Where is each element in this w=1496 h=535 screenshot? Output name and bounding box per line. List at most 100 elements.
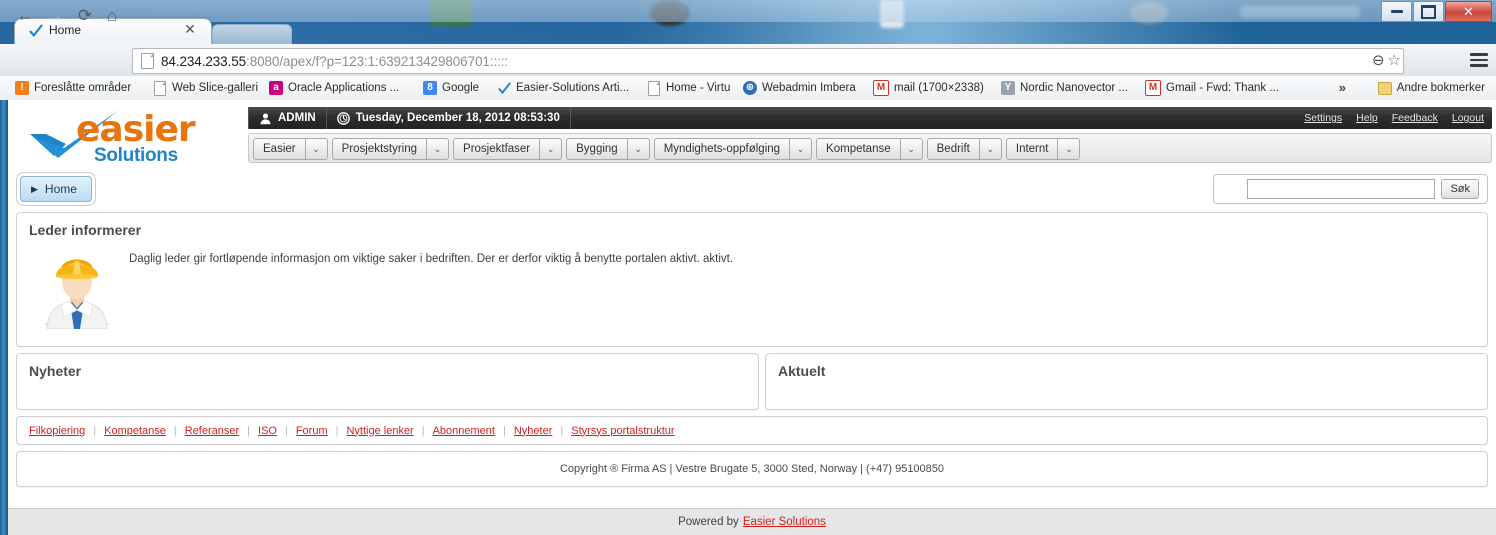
bookmark-item[interactable]: 8 Google <box>418 79 484 97</box>
footer-link-nyttige-lenker[interactable]: Nyttige lenker <box>346 425 413 437</box>
region-title: Nyheter <box>29 363 82 379</box>
menu-item-prosjektfaser[interactable]: Prosjektfaser ⌄ <box>453 138 563 160</box>
copyright-text: Copyright ® Firma AS | Vestre Brugate 5,… <box>559 463 945 475</box>
bookmark-label: Google <box>442 82 480 94</box>
menu-item-prosjektstyring[interactable]: Prosjektstyring ⌄ <box>331 138 450 160</box>
menu-label[interactable]: Prosjektstyring <box>331 138 427 160</box>
bookmark-item[interactable]: Y Nordic Nanovector ... <box>996 79 1133 97</box>
back-icon[interactable]: ← <box>14 6 36 26</box>
menu-item-internt[interactable]: Internt ⌄ <box>1005 138 1081 160</box>
home-icon[interactable]: ⌂ <box>101 6 123 26</box>
bookmarks-overflow-icon[interactable]: » <box>1339 80 1346 95</box>
url-path: :8080/apex/f?p=123:1:639213429806701::::… <box>246 53 509 69</box>
menu-item-bygging[interactable]: Bygging ⌄ <box>566 138 650 160</box>
search-button[interactable]: Søk <box>1441 179 1479 199</box>
minimize-button[interactable] <box>1381 1 1412 22</box>
chevron-down-icon[interactable]: ⌄ <box>1057 138 1081 160</box>
menu-label[interactable]: Internt <box>1005 138 1058 160</box>
bookmark-label: Gmail - Fwd: Thank ... <box>1166 82 1279 94</box>
bookmark-item[interactable]: Easier-Solutions Arti... <box>492 79 634 97</box>
menu-label[interactable]: Bedrift <box>926 138 979 160</box>
two-column-regions: Nyheter Aktuelt <box>16 353 1488 410</box>
reload-icon[interactable]: ⟳ <box>74 6 96 26</box>
chevron-down-icon[interactable]: ⌄ <box>426 138 450 160</box>
chevron-down-icon[interactable]: ⌄ <box>539 138 563 160</box>
app-logo[interactable]: easier Solutions <box>24 104 239 166</box>
separator: | <box>421 424 425 437</box>
zoom-out-icon[interactable]: ⊖ <box>1372 51 1385 69</box>
bookmark-label: Web Slice-galleri <box>172 82 259 94</box>
lightbulb-icon: ! <box>15 81 29 95</box>
menu-label[interactable]: Kompetanse <box>816 138 900 160</box>
chevron-down-icon[interactable]: ⌄ <box>978 138 1002 160</box>
clock-icon <box>336 111 350 125</box>
separator: | <box>173 424 177 437</box>
bookmark-label: Foreslåtte områder <box>34 82 132 94</box>
address-bar[interactable]: 84.234.233.55:8080/apex/f?p=123:1:639213… <box>132 48 1404 74</box>
new-tab-button[interactable] <box>212 24 292 45</box>
help-link[interactable]: Help <box>1356 112 1378 124</box>
feedback-link[interactable]: Feedback <box>1392 112 1438 124</box>
logo-primary: easier <box>76 109 196 150</box>
datetime-label: Tuesday, December 18, 2012 08:53:30 <box>355 112 560 124</box>
page-info-icon[interactable] <box>141 53 154 69</box>
copyright-row: Copyright ® Firma AS | Vestre Brugate 5,… <box>16 451 1488 487</box>
bookmark-star-icon[interactable]: ☆ <box>1388 51 1401 69</box>
separator: | <box>335 424 339 437</box>
bookmark-item[interactable]: M mail (1700×2338) <box>868 79 989 97</box>
menu-item-bedrift[interactable]: Bedrift ⌄ <box>926 138 1002 160</box>
chevron-down-icon[interactable]: ⌄ <box>789 138 813 160</box>
window-controls: ✕ <box>1381 1 1492 22</box>
bookmark-item[interactable]: Home - Virtu <box>642 79 735 97</box>
settings-link[interactable]: Settings <box>1304 112 1342 124</box>
menu-item-kompetanse[interactable]: Kompetanse ⌄ <box>816 138 923 160</box>
chevron-down-icon[interactable]: ⌄ <box>304 138 328 160</box>
footer-link-styrsys-portalstruktur[interactable]: Styrsys portalstruktur <box>571 425 674 437</box>
footer-link-kompetanse[interactable]: Kompetanse <box>104 425 166 437</box>
footer-link-abonnement[interactable]: Abonnement <box>433 425 495 437</box>
logout-link[interactable]: Logout <box>1452 112 1484 124</box>
footer-link-referanser[interactable]: Referanser <box>185 425 239 437</box>
screenshot-root: Home ✕ ✕ ← → ⟳ ⌂ 84.234.233.55:8080/apex… <box>0 0 1496 535</box>
bookmark-item[interactable]: Web Slice-galleri <box>148 79 263 97</box>
maximize-button[interactable] <box>1413 1 1444 22</box>
chrome-menu-icon[interactable] <box>1470 50 1488 70</box>
footer-link-forum[interactable]: Forum <box>296 425 328 437</box>
bookmark-item[interactable]: a Oracle Applications ... <box>264 79 404 97</box>
worker-avatar-icon <box>44 259 110 329</box>
app-user-bar: ADMIN Tuesday, December 18, 2012 08:53:3… <box>248 107 1492 129</box>
menu-item-myndighets-oppfolging[interactable]: Myndighets-oppfølging ⌄ <box>653 138 813 160</box>
checkmark-icon <box>29 24 43 38</box>
menu-label[interactable]: Prosjektfaser <box>453 138 540 160</box>
menu-label[interactable]: Myndighets-oppfølging <box>653 138 790 160</box>
breadcrumb-home[interactable]: ▶ Home <box>20 176 92 202</box>
powered-by-link[interactable]: Easier Solutions <box>743 516 826 528</box>
footer-link-bar: Filkopiering | Kompetanse | Referanser |… <box>16 416 1488 445</box>
bookmark-label: Home - Virtu <box>666 82 731 94</box>
address-bar-url: 84.234.233.55:8080/apex/f?p=123:1:639213… <box>161 54 508 69</box>
logo-text: easier Solutions <box>76 109 196 166</box>
search-input[interactable] <box>1247 179 1436 199</box>
chevron-down-icon[interactable]: ⌄ <box>899 138 923 160</box>
other-bookmarks-folder[interactable]: Andre bokmerker <box>1373 79 1490 97</box>
footer-link-nyheter[interactable]: Nyheter <box>514 425 553 437</box>
footer-link-iso[interactable]: ISO <box>258 425 277 437</box>
close-icon[interactable]: ✕ <box>183 22 197 37</box>
bookmark-item[interactable]: M Gmail - Fwd: Thank ... <box>1140 79 1284 97</box>
other-bookmarks-label: Andre bokmerker <box>1396 82 1485 94</box>
bookmark-item[interactable]: ! Foreslåtte områder <box>10 79 136 97</box>
bookmark-item[interactable]: ⊕ Webadmin Imbera <box>738 79 861 97</box>
menu-item-easier[interactable]: Easier ⌄ <box>253 138 328 160</box>
hamburger-line <box>1470 64 1488 67</box>
separator: | <box>502 424 506 437</box>
menu-label[interactable]: Bygging <box>566 138 627 160</box>
globe-icon: ⊕ <box>743 81 757 95</box>
menu-label[interactable]: Easier <box>253 138 305 160</box>
close-button[interactable]: ✕ <box>1445 1 1492 22</box>
footer-link-filkopiering[interactable]: Filkopiering <box>29 425 85 437</box>
browser-window: Home ✕ ✕ ← → ⟳ ⌂ 84.234.233.55:8080/apex… <box>0 0 1496 535</box>
chevron-down-icon[interactable]: ⌄ <box>626 138 650 160</box>
triangle-right-icon: ▶ <box>31 183 38 194</box>
separator: | <box>560 424 564 437</box>
forward-icon[interactable]: → <box>44 6 66 26</box>
